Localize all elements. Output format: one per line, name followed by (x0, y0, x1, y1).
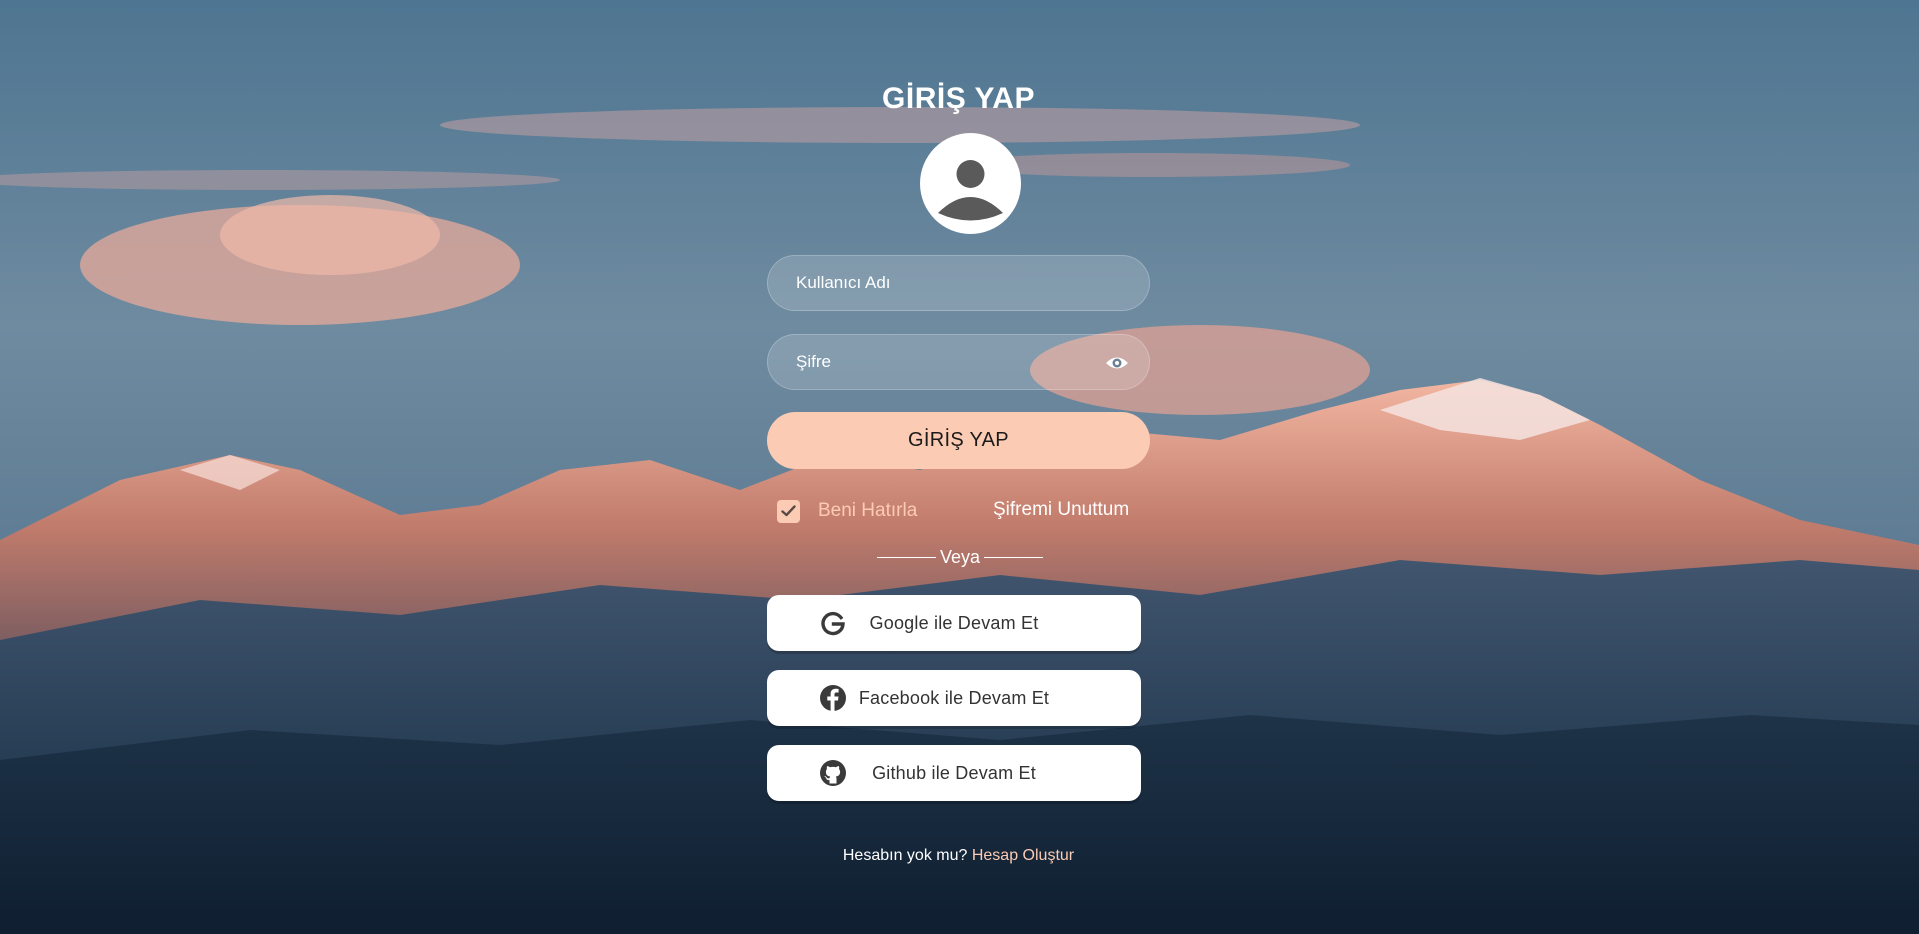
github-login-label: Github ile Devam Et (872, 762, 1036, 783)
password-input[interactable] (768, 335, 1149, 389)
signup-link[interactable]: Hesap Oluştur (972, 847, 1074, 864)
login-button[interactable]: GİRİŞ YAP (767, 412, 1150, 469)
facebook-login-label: Facebook ile Devam Et (858, 687, 1050, 708)
remember-me-label: Beni Hatırla (818, 500, 918, 521)
remember-me: Beni Hatırla (777, 499, 917, 523)
divider-line-left (877, 556, 936, 559)
signup-prompt-text: Hesabın yok mu? (842, 847, 968, 864)
google-login-label: Google ile Devam Et (869, 612, 1039, 633)
signup-prompt: Hesabın yok mu? Hesap Oluştur (767, 847, 1150, 865)
remember-me-checkbox[interactable] (777, 499, 800, 523)
password-field (767, 334, 1150, 390)
page-title: GİRİŞ YAP (882, 82, 1035, 115)
username-input[interactable] (768, 256, 1149, 310)
user-avatar-icon (920, 133, 1021, 234)
github-login-button[interactable]: Github ile Devam Et (767, 745, 1141, 801)
facebook-login-button[interactable]: Facebook ile Devam Et (767, 670, 1141, 726)
eye-icon[interactable] (1105, 353, 1129, 373)
login-form: GİRİŞ YAP GİRİŞ YAP Beni Hatırla Şifremi… (767, 78, 1150, 878)
google-login-button[interactable]: Google ile Devam Et (767, 595, 1141, 651)
username-field (767, 255, 1150, 311)
or-divider: Veya (877, 547, 1044, 568)
divider-line-right (984, 556, 1044, 559)
forgot-password-link[interactable]: Şifremi Unuttum (993, 499, 1129, 521)
divider-label: Veya (939, 547, 981, 567)
